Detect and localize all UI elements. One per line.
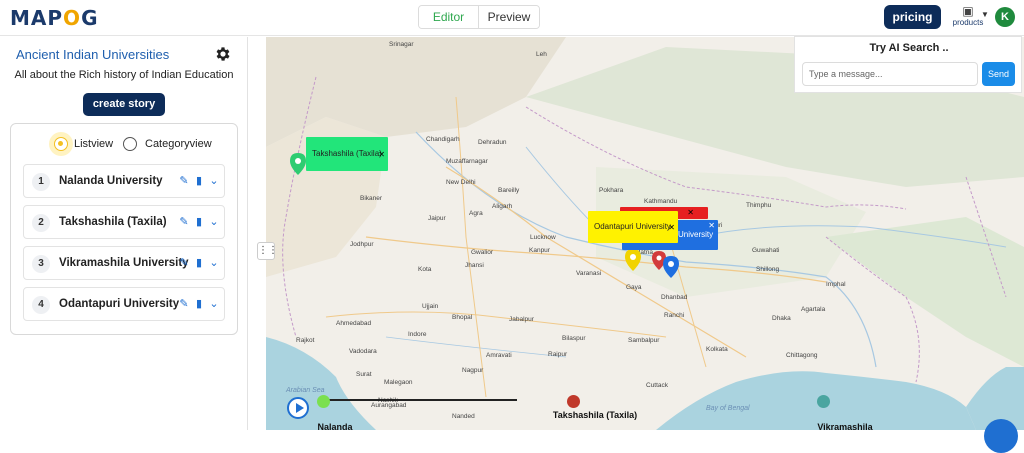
timeline-point[interactable] <box>317 395 330 408</box>
chevron-down-icon[interactable]: ⌄ <box>208 174 220 187</box>
close-icon[interactable]: ✕ <box>708 221 715 230</box>
close-icon[interactable]: ✕ <box>378 138 385 172</box>
item-name: Takshashila (Taxila) <box>59 216 167 228</box>
tab-preview[interactable]: Preview <box>479 6 539 28</box>
close-icon[interactable]: ✕ <box>687 208 694 217</box>
timeline-point[interactable] <box>567 395 580 408</box>
popup-label: Odantapuri University <box>594 222 671 231</box>
timeline-track[interactable] <box>322 399 517 401</box>
gear-icon[interactable] <box>214 45 232 63</box>
ai-search-panel: Try AI Search .. Type a message... Send <box>794 36 1022 93</box>
marker-popup[interactable]: Takshashila (Taxila) ✕ <box>306 137 388 171</box>
send-button[interactable]: Send <box>982 62 1015 86</box>
chevron-down-icon[interactable]: ⌄ <box>208 256 220 269</box>
item-number: 1 <box>32 173 50 191</box>
edit-icon[interactable]: ✎ <box>178 174 190 187</box>
story-list-card: Listview Categoryview 1 Nalanda Universi… <box>10 123 238 335</box>
item-number: 4 <box>32 296 50 314</box>
listview-radio[interactable] <box>54 137 68 151</box>
marker-popup[interactable]: Odantapuri University ✕ <box>588 211 678 243</box>
item-name: Nalanda University <box>59 175 163 187</box>
edit-icon[interactable]: ✎ <box>178 297 190 310</box>
floating-action-button[interactable] <box>984 419 1018 453</box>
trash-icon[interactable]: ▮ <box>193 297 205 310</box>
popup-label: University <box>678 230 714 239</box>
listview-label[interactable]: Listview <box>74 138 113 150</box>
item-actions: ✎ ▮ ⌄ <box>178 256 220 269</box>
story-sidebar: Ancient Indian Universities All about th… <box>0 37 248 430</box>
create-story-button[interactable]: create story <box>83 93 165 116</box>
top-bar: MAPOG Editor Preview pricing ▣ products … <box>0 0 1024 36</box>
trash-icon[interactable]: ▮ <box>193 256 205 269</box>
ai-message-input[interactable]: Type a message... <box>802 62 978 86</box>
item-number: 2 <box>32 214 50 232</box>
chevron-down-icon[interactable]: ⌄ <box>208 215 220 228</box>
list-item[interactable]: 2 Takshashila (Taxila) ✎ ▮ ⌄ <box>23 205 225 239</box>
mapog-logo[interactable]: MAPOG <box>10 6 98 30</box>
products-menu[interactable]: ▣ products ▼ <box>947 5 989 31</box>
map-marker[interactable] <box>290 153 306 175</box>
avatar[interactable]: K <box>995 7 1015 27</box>
popup-label: Takshashila (Taxila) <box>312 149 382 158</box>
categoryview-radio[interactable] <box>123 137 137 151</box>
story-subtitle: All about the Rich history of Indian Edu… <box>14 69 234 81</box>
categoryview-label[interactable]: Categoryview <box>145 138 212 150</box>
panel-drag-handle[interactable]: ⋮⋮ <box>257 242 278 260</box>
story-title: Ancient Indian Universities <box>16 47 170 62</box>
item-actions: ✎ ▮ ⌄ <box>178 174 220 187</box>
item-name: Odantapuri University <box>59 298 180 310</box>
item-actions: ✎ ▮ ⌄ <box>178 215 220 228</box>
timeline-point[interactable] <box>817 395 830 408</box>
pricing-button[interactable]: pricing <box>884 5 941 29</box>
list-item[interactable]: 1 Nalanda University ✎ ▮ ⌄ <box>23 164 225 198</box>
map-canvas[interactable]: Srinagar Leh Chandigarh Dehradun Muzaffa… <box>266 37 1024 430</box>
ai-search-title: Try AI Search .. <box>869 42 949 54</box>
chevron-down-icon[interactable]: ⌄ <box>208 297 220 310</box>
map-marker[interactable] <box>625 249 641 271</box>
map-marker[interactable] <box>663 256 679 278</box>
list-item[interactable]: 4 Odantapuri University ✎ ▮ ⌄ <box>23 287 225 321</box>
edit-icon[interactable]: ✎ <box>178 215 190 228</box>
list-item[interactable]: 3 Vikramashila University ✎ ▮ ⌄ <box>23 246 225 280</box>
edit-icon[interactable]: ✎ <box>178 256 190 269</box>
item-name: Vikramashila University <box>59 257 189 269</box>
products-label: products <box>952 18 984 27</box>
timeline-label: Vikramashila <box>817 422 873 432</box>
mode-toggle: Editor Preview <box>418 5 540 29</box>
trash-icon[interactable]: ▮ <box>193 215 205 228</box>
view-selector: Listview Categoryview <box>11 132 239 156</box>
item-actions: ✎ ▮ ⌄ <box>178 297 220 310</box>
timeline-label: Nalanda <box>317 422 353 432</box>
caret-down-icon: ▼ <box>981 10 989 19</box>
timeline-label: Takshashila (Taxila) <box>552 410 638 420</box>
close-icon[interactable]: ✕ <box>668 212 675 244</box>
play-button[interactable] <box>287 397 309 419</box>
item-number: 3 <box>32 255 50 273</box>
tab-editor[interactable]: Editor <box>419 6 479 28</box>
trash-icon[interactable]: ▮ <box>193 174 205 187</box>
